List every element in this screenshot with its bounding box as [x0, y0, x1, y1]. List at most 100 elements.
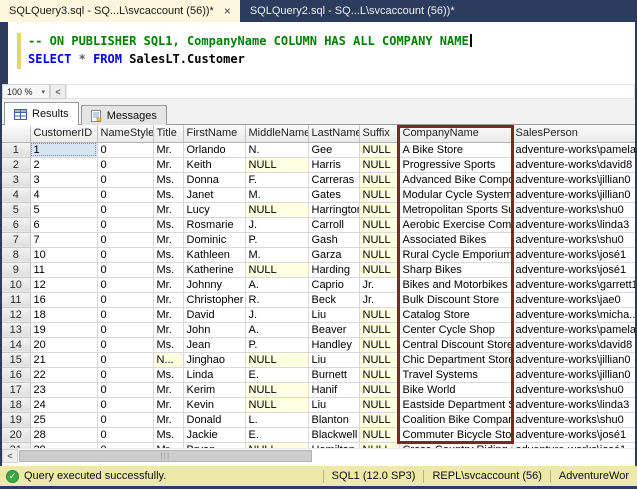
grid-cell[interactable]: Ms.: [153, 427, 183, 442]
grid-cell[interactable]: Ms.: [153, 247, 183, 262]
grid-cell[interactable]: adventure-works\josé1: [512, 247, 635, 262]
grid-cell[interactable]: Harris: [308, 157, 359, 172]
grid-cell[interactable]: adventure-works\jillian0: [512, 187, 635, 202]
grid-cell[interactable]: 24: [30, 397, 97, 412]
grid-cell[interactable]: Carreras: [308, 172, 359, 187]
grid-cell[interactable]: Ms.: [153, 217, 183, 232]
scrollbar-thumb[interactable]: |||: [19, 450, 312, 462]
row-header[interactable]: 14: [2, 337, 30, 352]
grid-cell[interactable]: Orlando: [183, 142, 245, 157]
grid-cell[interactable]: Harrington: [308, 202, 359, 217]
grid-cell[interactable]: Keith: [183, 157, 245, 172]
grid-cell[interactable]: adventure-works\linda3: [512, 397, 635, 412]
scroll-left-icon[interactable]: <: [2, 449, 18, 463]
tab-results[interactable]: Results: [4, 102, 79, 125]
grid-cell[interactable]: 0: [97, 427, 153, 442]
grid-corner-header[interactable]: [2, 125, 30, 142]
grid-cell[interactable]: Burnett: [308, 367, 359, 382]
grid-cell[interactable]: 21: [30, 352, 97, 367]
grid-cell[interactable]: Ms.: [153, 367, 183, 382]
grid-cell[interactable]: NULL: [359, 187, 399, 202]
grid-cell[interactable]: 3: [30, 172, 97, 187]
grid-cell[interactable]: Ms.: [153, 187, 183, 202]
grid-cell[interactable]: 0: [97, 217, 153, 232]
zoom-level-dropdown[interactable]: 100 % ▾: [2, 84, 50, 99]
grid-cell[interactable]: adventure-works\jillian0: [512, 172, 635, 187]
row-header[interactable]: 17: [2, 382, 30, 397]
grid-cell[interactable]: R.: [245, 292, 308, 307]
grid-cell[interactable]: Mr.: [153, 277, 183, 292]
row-header[interactable]: 20: [2, 427, 30, 442]
grid-cell[interactable]: Associated Bikes: [399, 232, 512, 247]
grid-cell[interactable]: Liu: [308, 352, 359, 367]
grid-cell[interactable]: Jr.: [359, 292, 399, 307]
grid-cell[interactable]: Hanif: [308, 382, 359, 397]
row-header[interactable]: 19: [2, 412, 30, 427]
grid-cell[interactable]: Bike World: [399, 382, 512, 397]
grid-cell[interactable]: A Bike Store: [399, 142, 512, 157]
column-header-companyname[interactable]: CompanyName: [399, 125, 512, 142]
grid-cell[interactable]: F.: [245, 172, 308, 187]
grid-cell[interactable]: NULL: [359, 202, 399, 217]
grid-cell[interactable]: Janet: [183, 187, 245, 202]
grid-cell[interactable]: 0: [97, 202, 153, 217]
column-header-customerid[interactable]: CustomerID: [30, 125, 97, 142]
grid-cell[interactable]: Mr.: [153, 142, 183, 157]
grid-horizontal-scrollbar[interactable]: < |||: [2, 448, 635, 463]
grid-cell[interactable]: Kathleen: [183, 247, 245, 262]
grid-cell[interactable]: NULL: [359, 172, 399, 187]
grid-cell[interactable]: adventure-works\shu0: [512, 412, 635, 427]
grid-cell[interactable]: Travel Systems: [399, 367, 512, 382]
grid-cell[interactable]: 0: [97, 262, 153, 277]
grid-cell[interactable]: Aerobic Exercise Company: [399, 217, 512, 232]
grid-cell[interactable]: Caprio: [308, 277, 359, 292]
grid-cell[interactable]: Gash: [308, 232, 359, 247]
grid-cell[interactable]: Advanced Bike Components: [399, 172, 512, 187]
grid-cell[interactable]: N.: [245, 142, 308, 157]
grid-cell[interactable]: NULL: [359, 247, 399, 262]
grid-cell[interactable]: Rosmarie: [183, 217, 245, 232]
grid-cell[interactable]: NULL: [245, 382, 308, 397]
grid-cell[interactable]: Gee: [308, 142, 359, 157]
grid-cell[interactable]: Johnny: [183, 277, 245, 292]
grid-cell[interactable]: adventure-works\pamela0: [512, 142, 635, 157]
grid-cell[interactable]: 0: [97, 277, 153, 292]
grid-cell[interactable]: adventure-works\josé1: [512, 427, 635, 442]
row-header[interactable]: 11: [2, 292, 30, 307]
row-header[interactable]: 9: [2, 262, 30, 277]
grid-cell[interactable]: Liu: [308, 397, 359, 412]
grid-cell[interactable]: A.: [245, 322, 308, 337]
row-header[interactable]: 1: [2, 142, 30, 157]
editor-scrollbar-track[interactable]: [66, 84, 635, 99]
grid-cell[interactable]: adventure-works\garrett1: [512, 277, 635, 292]
row-header[interactable]: 5: [2, 202, 30, 217]
grid-cell[interactable]: adventure-works\pamela0: [512, 322, 635, 337]
grid-cell[interactable]: 16: [30, 292, 97, 307]
grid-cell[interactable]: NULL: [245, 397, 308, 412]
column-header-lastname[interactable]: LastName: [308, 125, 359, 142]
grid-cell[interactable]: 7: [30, 232, 97, 247]
grid-cell[interactable]: M.: [245, 187, 308, 202]
grid-cell[interactable]: Coalition Bike Company: [399, 412, 512, 427]
grid-cell[interactable]: adventure-works\josé1: [512, 262, 635, 277]
grid-cell[interactable]: 6: [30, 217, 97, 232]
grid-cell[interactable]: 0: [97, 172, 153, 187]
column-header-title[interactable]: Title: [153, 125, 183, 142]
grid-cell[interactable]: 0: [97, 142, 153, 157]
editor-horizontal-scrollbar[interactable]: <: [50, 84, 635, 99]
grid-cell[interactable]: Eastside Department Store: [399, 397, 512, 412]
grid-cell[interactable]: E.: [245, 367, 308, 382]
grid-cell[interactable]: Blackwell: [308, 427, 359, 442]
row-header[interactable]: 13: [2, 322, 30, 337]
grid-cell[interactable]: Linda: [183, 367, 245, 382]
row-header[interactable]: 3: [2, 172, 30, 187]
column-header-suffix[interactable]: Suffix: [359, 125, 399, 142]
grid-cell[interactable]: Donna: [183, 172, 245, 187]
sql-code[interactable]: -- ON PUBLISHER SQL1, CompanyName COLUMN…: [28, 32, 472, 68]
grid-cell[interactable]: Sharp Bikes: [399, 262, 512, 277]
grid-cell[interactable]: NULL: [359, 427, 399, 442]
close-icon[interactable]: ×: [224, 6, 231, 16]
grid-cell[interactable]: David: [183, 307, 245, 322]
grid-cell[interactable]: Jackie: [183, 427, 245, 442]
grid-cell[interactable]: NULL: [359, 262, 399, 277]
